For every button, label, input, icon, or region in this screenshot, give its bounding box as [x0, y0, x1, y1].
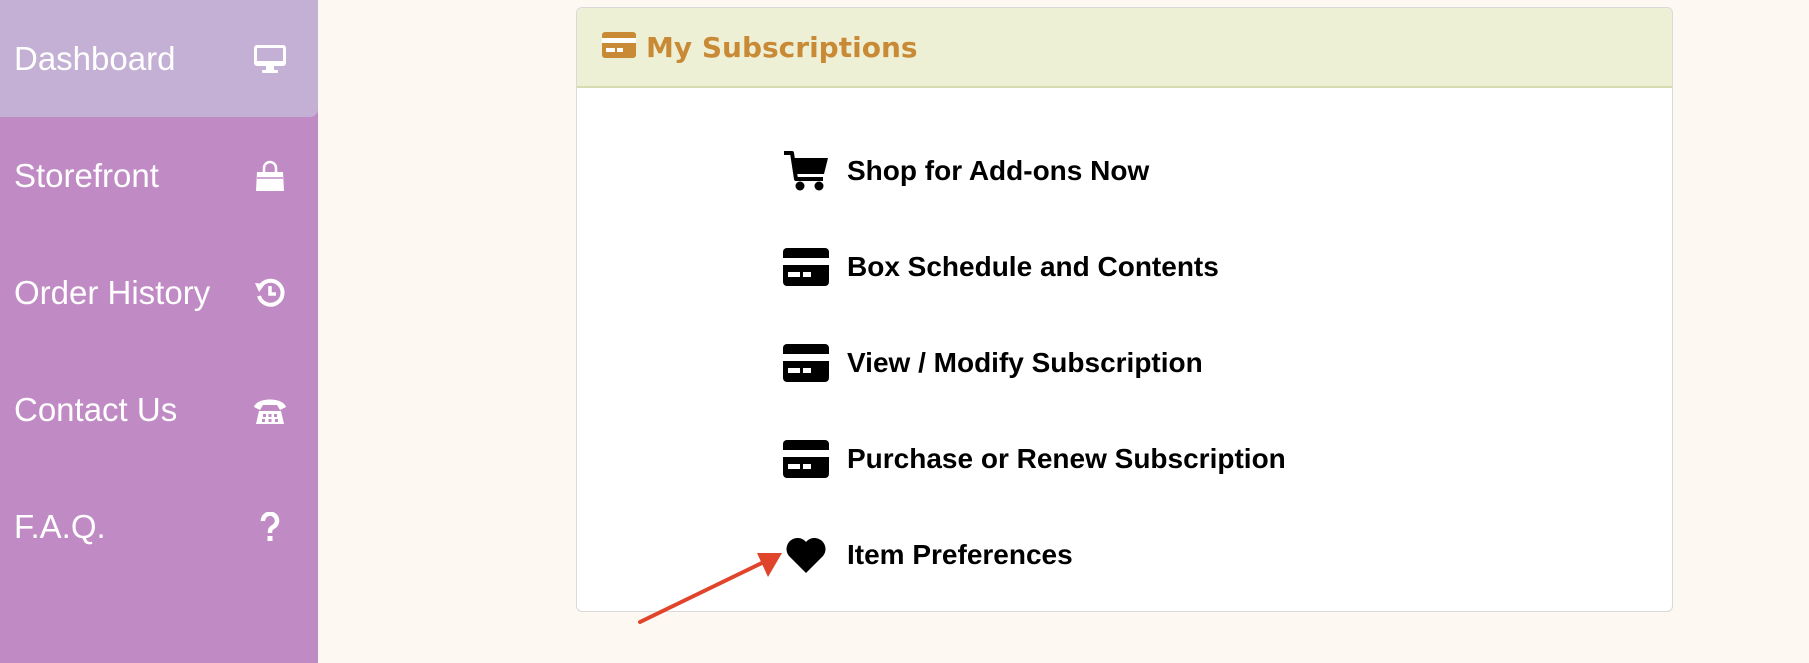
sidebar-item-order-history[interactable]: Order History [0, 234, 318, 351]
credit-card-icon [781, 338, 831, 388]
view-modify-subscription-link[interactable]: View / Modify Subscription [781, 336, 1203, 390]
annotation-arrow [638, 553, 782, 624]
box-schedule-link[interactable]: Box Schedule and Contents [781, 240, 1219, 294]
link-label: Box Schedule and Contents [847, 251, 1219, 282]
sidebar-item-label: Order History [14, 273, 211, 311]
sidebar-item-label: Storefront [14, 156, 159, 194]
shopping-bag-icon [252, 158, 288, 194]
history-icon [252, 275, 288, 311]
telephone-icon [252, 392, 288, 428]
subscriptions-panel: My Subscriptions Shop for Add-ons Now Bo… [576, 7, 1673, 612]
link-label: Purchase or Renew Subscription [847, 443, 1286, 474]
shop-addons-link[interactable]: Shop for Add-ons Now [781, 144, 1149, 198]
sidebar-item-label: F.A.Q. [14, 507, 106, 545]
link-label: Shop for Add-ons Now [847, 155, 1150, 186]
link-label: View / Modify Subscription [847, 347, 1203, 378]
sidebar-item-label: Dashboard [14, 39, 176, 77]
monitor-icon [252, 41, 288, 77]
purchase-renew-subscription-link[interactable]: Purchase or Renew Subscription [781, 432, 1286, 486]
shopping-cart-icon [781, 146, 831, 196]
link-label: Item Preferences [847, 539, 1073, 570]
item-preferences-link[interactable]: Item Preferences [781, 528, 1073, 582]
credit-card-icon [602, 31, 636, 63]
panel-header: My Subscriptions [577, 8, 1672, 88]
sidebar-item-storefront[interactable]: Storefront [0, 117, 318, 234]
sidebar-item-dashboard[interactable]: Dashboard [0, 0, 318, 117]
sidebar: Dashboard Storefront Order History Conta… [0, 0, 318, 663]
question-icon [252, 509, 288, 545]
credit-card-icon [781, 242, 831, 292]
credit-card-icon [781, 434, 831, 484]
sidebar-item-contact-us[interactable]: Contact Us [0, 351, 318, 468]
panel-title: My Subscriptions [646, 30, 918, 64]
sidebar-item-faq[interactable]: F.A.Q. [0, 468, 318, 585]
sidebar-item-label: Contact Us [14, 390, 178, 428]
